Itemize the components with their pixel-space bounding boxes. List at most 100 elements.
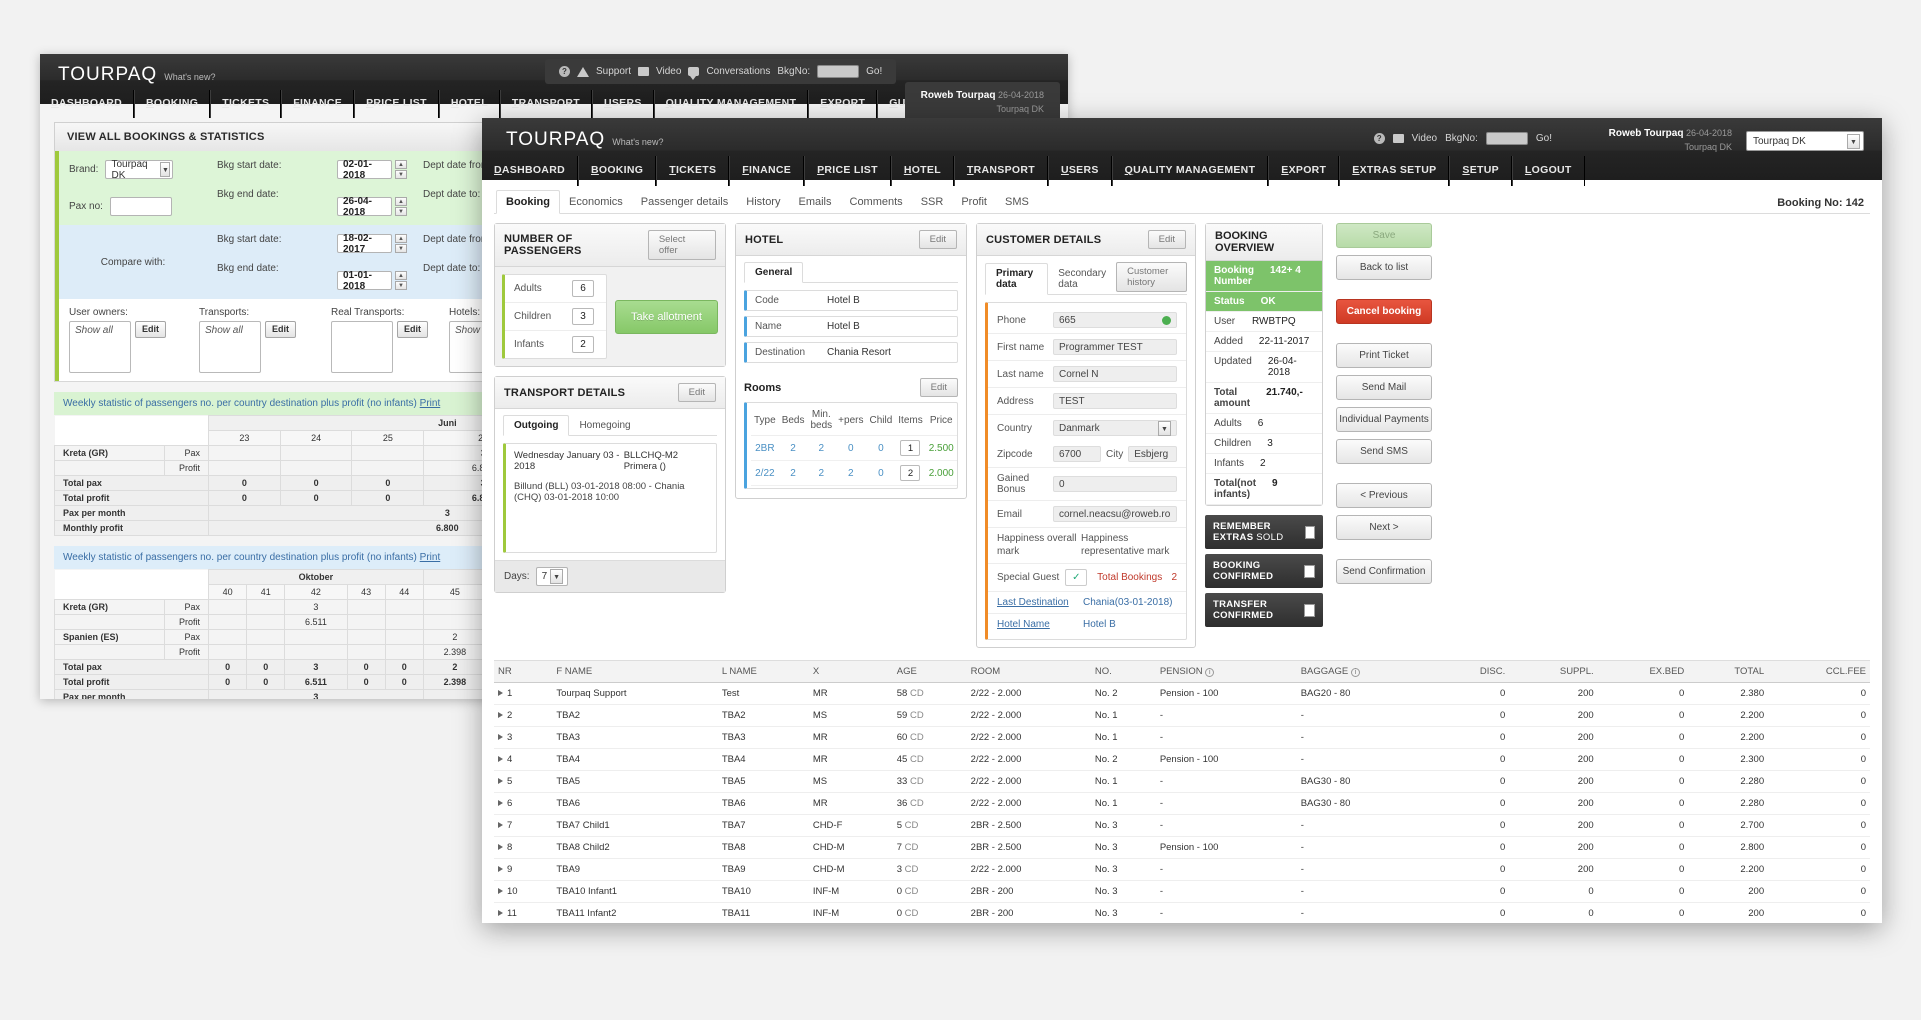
menu-item-extras-setup[interactable]: EXTRAS SETUP	[1339, 156, 1450, 186]
menu-item-hotel[interactable]: HOTEL	[438, 90, 500, 118]
table-row[interactable]: 2 TBA2 TBA2 MS 59 CD 2/22 - 2.000 No. 1- -0 200 0…	[494, 704, 1870, 727]
info-icon[interactable]: i	[1205, 668, 1215, 677]
multiselect-box-1[interactable]: Show all	[199, 321, 261, 373]
side-button-print-ticket[interactable]: Print Ticket	[1336, 343, 1432, 368]
go-button-front[interactable]: Go!	[1536, 133, 1552, 144]
menu-item-price-list[interactable]: PRICE LIST	[804, 156, 891, 186]
tab-ssr[interactable]: SSR	[912, 191, 953, 213]
expand-row-icon[interactable]	[498, 822, 503, 828]
toggle-checkbox-2[interactable]	[1304, 603, 1315, 617]
bkgno-input[interactable]	[817, 65, 860, 78]
conversations-link[interactable]: Conversations	[706, 66, 770, 77]
customer-field-value-3[interactable]: TEST	[1053, 393, 1177, 409]
menu-item-booking[interactable]: BOOKING	[133, 90, 211, 118]
warning-icon[interactable]	[577, 66, 589, 77]
bkg-start-spinner-1[interactable]: ▲ ▼	[395, 160, 407, 179]
multiselect-edit-2[interactable]: Edit	[397, 321, 428, 338]
menu-item-dashboard[interactable]: DASHBOARD	[40, 90, 134, 118]
bkgno-input-front[interactable]	[1485, 132, 1528, 145]
tab-history[interactable]: History	[737, 191, 789, 213]
stat-print-link-0[interactable]: Print	[420, 398, 441, 409]
side-button-cancel-booking[interactable]: Cancel booking	[1336, 299, 1432, 324]
toggle-remember-extras[interactable]: REMEMBER EXTRAS SOLD	[1205, 515, 1323, 549]
multiselect-box-2[interactable]	[331, 321, 393, 373]
select-offer-button[interactable]: Select offer	[647, 230, 716, 260]
room-items-input[interactable]: 1	[900, 440, 921, 456]
passenger-count-input-infants[interactable]: 2	[572, 336, 594, 353]
video-icon-front[interactable]	[1392, 134, 1404, 143]
hotel-name-label[interactable]: Hotel Name	[997, 619, 1083, 630]
toggle-checkbox-1[interactable]	[1303, 564, 1315, 578]
menu-item-hotel[interactable]: HOTEL	[890, 156, 954, 186]
days-select[interactable]: 7 ▼	[535, 567, 568, 586]
customer-field-value-1[interactable]: Programmer TEST	[1053, 339, 1177, 355]
table-row[interactable]: 11 TBA11 Infant2 TBA11 INF-M 0 CD 2BR - 200 No…	[494, 902, 1870, 923]
multiselect-edit-1[interactable]: Edit	[265, 321, 296, 338]
tab-secondary-data[interactable]: Secondary data	[1048, 264, 1116, 294]
menu-item-tickets[interactable]: TICKETS	[656, 156, 730, 186]
video-link-front[interactable]: Video	[1412, 133, 1437, 144]
bkg-start-input-1[interactable]: 02-01-2018	[337, 159, 392, 181]
side-button-next-[interactable]: Next >	[1336, 515, 1432, 540]
multiselect-box-0[interactable]: Show all	[69, 321, 131, 373]
menu-item-quality-management[interactable]: QUALITY MANAGEMENT	[1111, 156, 1269, 186]
tab-homegoing[interactable]: Homegoing	[569, 416, 640, 435]
whats-new-link-front[interactable]: What's new?	[612, 137, 663, 147]
bkg-start-spinner-2[interactable]: ▲ ▼	[395, 234, 407, 253]
email-value[interactable]: cornel.neacsu@roweb.ro	[1053, 506, 1177, 522]
whats-new-link[interactable]: What's new?	[164, 72, 215, 82]
customer-edit-button[interactable]: Edit	[1147, 230, 1186, 249]
support-link[interactable]: Support	[596, 66, 631, 77]
room-items-input[interactable]: 2	[900, 465, 921, 481]
menu-item-tickets[interactable]: TICKETS	[210, 90, 282, 118]
table-row[interactable]: 1 Tourpaq Support Test MR 58 CD 2/22 - 2.000 N…	[494, 682, 1870, 705]
menu-item-logout[interactable]: LOGOUT	[1511, 156, 1585, 186]
bkg-start-input-2[interactable]: 18-02-2017	[337, 233, 392, 255]
table-row[interactable]: 9 TBA9 TBA9 CHD-M 3 CD 2/22 - 2.000 No. 3- -0 20…	[494, 858, 1870, 881]
menu-item-transport[interactable]: TRANSPORT	[499, 90, 592, 118]
bkg-end-spinner-2[interactable]: ▲ ▼	[395, 271, 407, 290]
brand-select-front[interactable]: Tourpaq DK ▼	[1746, 131, 1864, 151]
multiselect-edit-0[interactable]: Edit	[135, 321, 166, 338]
customer-field-value-2[interactable]: Cornel N	[1053, 366, 1177, 382]
conversations-icon[interactable]	[688, 67, 700, 80]
menu-item-transport[interactable]: TRANSPORT	[953, 156, 1048, 186]
bkg-end-spinner-1[interactable]: ▲ ▼	[395, 197, 407, 216]
brand-select[interactable]: Tourpaq DK ▼	[105, 159, 174, 181]
expand-row-icon[interactable]	[498, 866, 503, 872]
toggle-booking-confirmed[interactable]: BOOKING CONFIRMED	[1205, 554, 1323, 588]
menu-item-export[interactable]: EXPORT	[1268, 156, 1340, 186]
menu-item-finance[interactable]: FINANCE	[729, 156, 805, 186]
zipcode-value[interactable]: 6700	[1053, 446, 1101, 462]
help-icon-front[interactable]: ?	[1373, 133, 1385, 144]
menu-item-quality-management[interactable]: QUALITY MANAGEMENT	[653, 90, 809, 118]
go-button[interactable]: Go!	[866, 66, 882, 77]
side-button-send-mail[interactable]: Send Mail	[1336, 375, 1432, 400]
menu-item-users[interactable]: USERS	[1047, 156, 1112, 186]
expand-row-icon[interactable]	[498, 712, 503, 718]
table-row[interactable]: 10 TBA10 Infant1 TBA10 INF-M 0 CD 2BR - 200 No…	[494, 880, 1870, 903]
info-icon[interactable]: i	[1350, 668, 1360, 677]
bkg-end-input-2[interactable]: 01-01-2018	[337, 270, 392, 292]
rooms-edit-button[interactable]: Edit	[919, 378, 958, 397]
side-button-send-sms[interactable]: Send SMS	[1336, 439, 1432, 464]
customer-field-value-0[interactable]: 665	[1053, 312, 1177, 328]
tab-passenger-details[interactable]: Passenger details	[632, 191, 737, 213]
passenger-count-input-children[interactable]: 3	[572, 308, 594, 325]
last-destination-label[interactable]: Last Destination	[997, 597, 1083, 608]
table-row[interactable]: 5 TBA5 TBA5 MS 33 CD 2/22 - 2.000 No. 1- BAG30 …	[494, 770, 1870, 793]
tab-comments[interactable]: Comments	[841, 191, 912, 213]
table-row[interactable]: 8 TBA8 Child2 TBA8 CHD-M 7 CD 2BR - 2.500 No. …	[494, 836, 1870, 859]
tab-emails[interactable]: Emails	[789, 191, 840, 213]
tab-booking[interactable]: Booking	[496, 190, 560, 214]
take-allotment-button[interactable]: Take allotment	[615, 299, 718, 334]
menu-item-export[interactable]: EXPORT	[808, 90, 878, 118]
tab-primary-data[interactable]: Primary data	[985, 263, 1049, 295]
menu-item-price-list[interactable]: PRICE LIST	[354, 90, 439, 118]
stat-print-link-1[interactable]: Print	[420, 552, 441, 563]
expand-row-icon[interactable]	[498, 844, 503, 850]
expand-row-icon[interactable]	[498, 778, 503, 784]
tab-sms[interactable]: SMS	[996, 191, 1038, 213]
help-icon[interactable]: ?	[559, 66, 570, 77]
tab-general[interactable]: General	[744, 262, 804, 283]
